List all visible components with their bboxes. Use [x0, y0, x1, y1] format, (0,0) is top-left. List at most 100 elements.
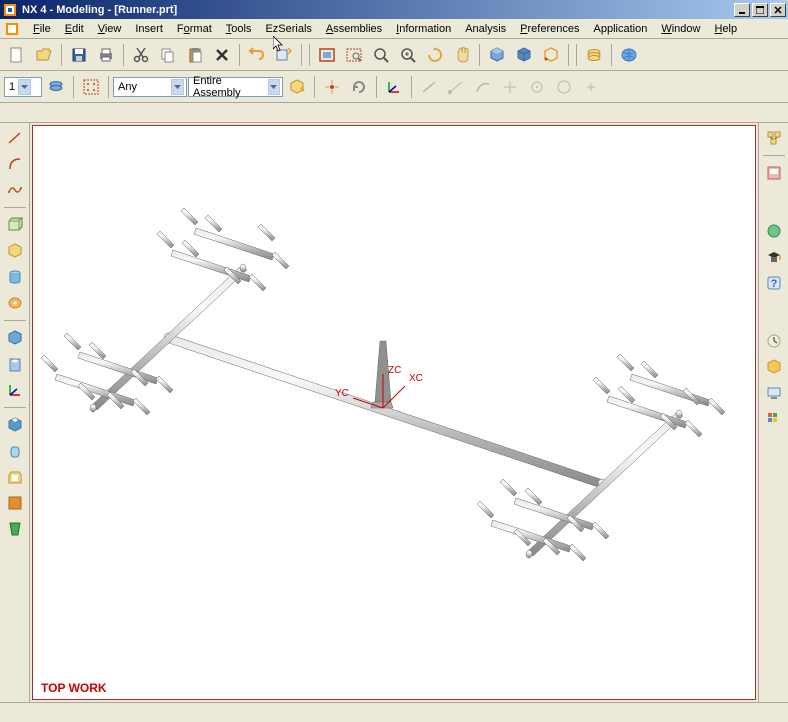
wireframe-button[interactable]	[511, 42, 537, 68]
feature-unite-button[interactable]	[3, 326, 27, 350]
part-navigator-button[interactable]	[762, 161, 786, 185]
filter-layers-button[interactable]	[43, 74, 69, 100]
snap-quadrant-button[interactable]	[551, 74, 577, 100]
feature-shell-button[interactable]	[3, 465, 27, 489]
paste-button[interactable]	[182, 42, 208, 68]
toolbar-separator	[61, 44, 62, 66]
help-tool-button[interactable]	[616, 42, 642, 68]
assembly-navigator-button[interactable]	[762, 126, 786, 150]
save-button[interactable]	[66, 42, 92, 68]
open-button[interactable]	[31, 42, 57, 68]
svg-text:?: ?	[770, 278, 777, 290]
workspace: XC YC ZC TOP WORK ?	[0, 123, 788, 702]
rotate-button[interactable]	[422, 42, 448, 68]
toolbar-separator	[4, 207, 26, 208]
print-button[interactable]	[93, 42, 119, 68]
menu-assemblies[interactable]: Assemblies	[319, 21, 389, 37]
undo-button[interactable]	[244, 42, 270, 68]
toolbar-separator	[73, 76, 74, 98]
graphics-viewport[interactable]: XC YC ZC TOP WORK	[32, 125, 756, 700]
snap-curve-button[interactable]	[470, 74, 496, 100]
redo-button[interactable]	[271, 42, 297, 68]
close-button[interactable]	[770, 3, 786, 17]
copy-button[interactable]	[155, 42, 181, 68]
snap-center-button[interactable]	[524, 74, 550, 100]
new-button[interactable]	[4, 42, 30, 68]
fit-view-button[interactable]	[314, 42, 340, 68]
toolbar-separator	[239, 44, 240, 66]
assembly-scope-combo[interactable]: Entire Assembly	[188, 77, 283, 97]
history-button[interactable]	[762, 329, 786, 353]
layer-button[interactable]	[581, 42, 607, 68]
chevron-down-icon	[268, 79, 280, 95]
sketch-spline-button[interactable]	[3, 178, 27, 202]
menu-window[interactable]: Window	[654, 21, 707, 37]
snap-line-button[interactable]	[416, 74, 442, 100]
menu-preferences[interactable]: Preferences	[513, 21, 586, 37]
delete-button[interactable]	[209, 42, 235, 68]
toolbar-separator	[376, 76, 377, 98]
cut-button[interactable]	[128, 42, 154, 68]
snap-point-button[interactable]	[319, 74, 345, 100]
shaded-button[interactable]	[484, 42, 510, 68]
menu-application[interactable]: Application	[587, 21, 655, 37]
sketch-arc-button[interactable]	[3, 152, 27, 176]
feature-blend-button[interactable]	[3, 439, 27, 463]
menu-help[interactable]: Help	[707, 21, 744, 37]
title-bar: NX 4 - Modeling - [Runner.prt]	[0, 0, 788, 19]
axis-y-label: YC	[335, 388, 349, 399]
internet-explorer-button[interactable]	[762, 219, 786, 243]
toolbar-separator	[314, 76, 315, 98]
system-button[interactable]	[762, 381, 786, 405]
type-filter-combo[interactable]: Any	[113, 77, 187, 97]
selection-priority-combo[interactable]: 1	[4, 77, 42, 97]
help-button[interactable]: ?	[762, 271, 786, 295]
menu-information[interactable]: Information	[389, 21, 458, 37]
pan-button[interactable]	[449, 42, 475, 68]
roles-button[interactable]	[762, 355, 786, 379]
select-all-button[interactable]	[78, 74, 104, 100]
feature-wcs-button[interactable]	[3, 378, 27, 402]
window-controls	[734, 3, 786, 17]
menu-view[interactable]: View	[91, 21, 129, 37]
feature-cylinder-button[interactable]	[3, 265, 27, 289]
feature-extrude-button[interactable]	[3, 239, 27, 263]
tools-palette-button[interactable]	[762, 407, 786, 431]
selection-highlight-button[interactable]	[284, 74, 310, 100]
zoom-in-out-button[interactable]	[395, 42, 421, 68]
app-icon	[2, 2, 18, 18]
training-button[interactable]	[762, 245, 786, 269]
snap-existing-point-button[interactable]	[578, 74, 604, 100]
toolbar-separator	[479, 44, 480, 66]
wcs-button[interactable]	[381, 74, 407, 100]
menu-file[interactable]: File	[26, 21, 58, 37]
snap-intersection-button[interactable]	[497, 74, 523, 100]
feature-draft-button[interactable]	[3, 517, 27, 541]
feature-revolve-button[interactable]	[3, 291, 27, 315]
menu-format[interactable]: Format	[170, 21, 219, 37]
feature-chamfer-button[interactable]	[3, 413, 27, 437]
toolbar-separator	[576, 44, 577, 66]
toolbar-separator	[123, 44, 124, 66]
sketch-line-button[interactable]	[3, 126, 27, 150]
mdi-app-icon	[4, 21, 20, 37]
feature-block-button[interactable]	[3, 213, 27, 237]
menu-ezserials[interactable]: EzSerials	[258, 21, 318, 37]
selection-toolbar: 1 Any Entire Assembly	[0, 71, 788, 103]
toolbar-separator	[763, 155, 785, 156]
menu-tools[interactable]: Tools	[219, 21, 259, 37]
menu-insert[interactable]: Insert	[128, 21, 170, 37]
menu-analysis[interactable]: Analysis	[458, 21, 513, 37]
feature-trim-button[interactable]	[3, 491, 27, 515]
zoom-button[interactable]	[368, 42, 394, 68]
axis-z-label: ZC	[388, 365, 401, 376]
zoom-area-button[interactable]	[341, 42, 367, 68]
minimize-button[interactable]	[734, 3, 750, 17]
standard-toolbar	[0, 39, 788, 71]
maximize-button[interactable]	[752, 3, 768, 17]
feature-hole-button[interactable]	[3, 352, 27, 376]
snap-toggle-button[interactable]	[346, 74, 372, 100]
view-orient-button[interactable]	[538, 42, 564, 68]
snap-endpoint-button[interactable]	[443, 74, 469, 100]
menu-edit[interactable]: Edit	[58, 21, 91, 37]
